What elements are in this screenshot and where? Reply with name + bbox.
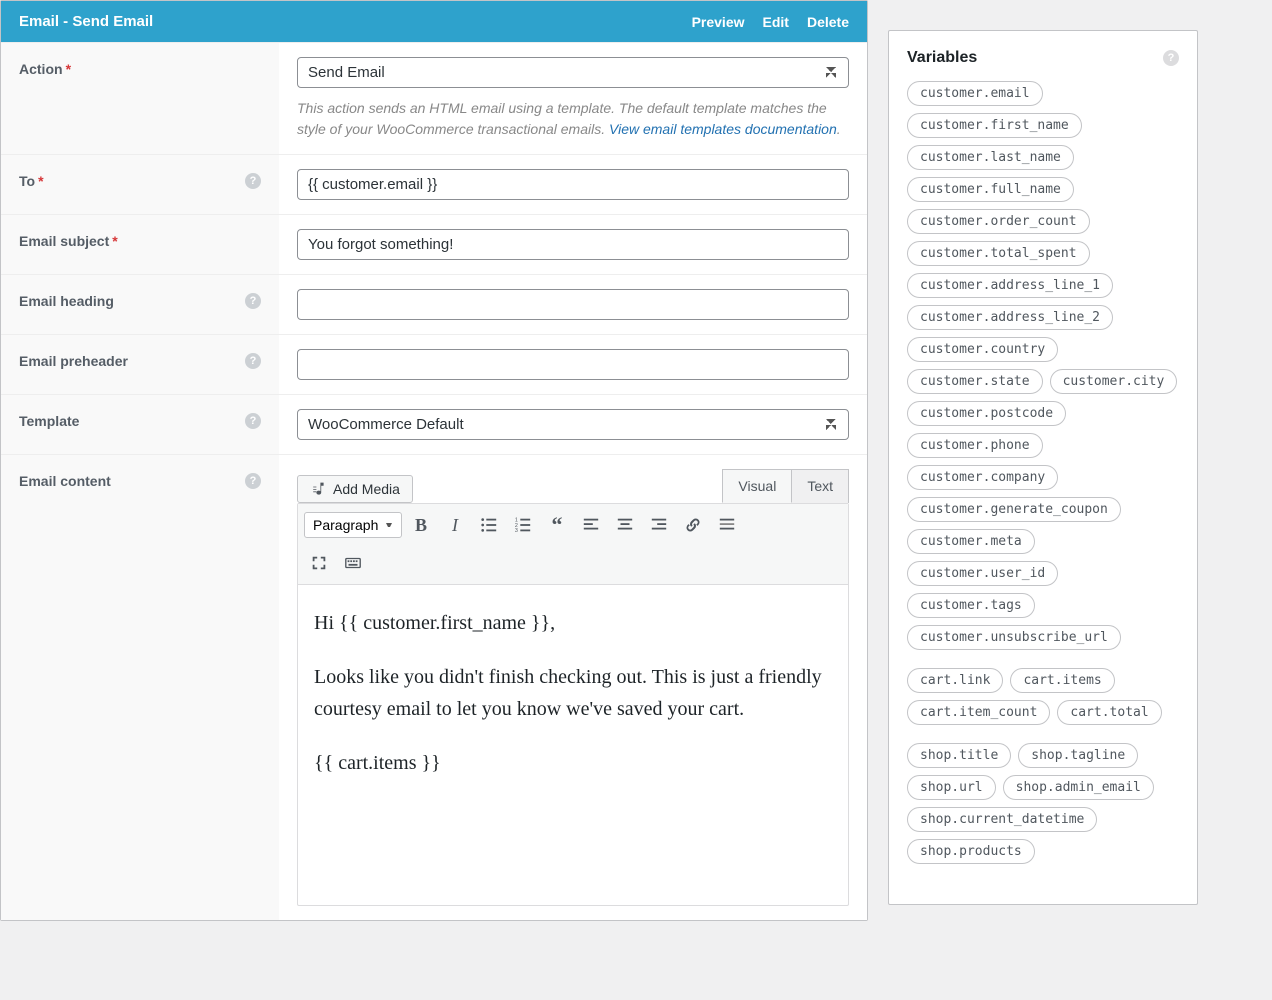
variables-title: Variables [907, 49, 977, 67]
blockquote-button[interactable]: “ [542, 510, 572, 540]
editor-paragraph: Looks like you didn't finish checking ou… [314, 661, 832, 725]
variable-chip[interactable]: customer.postcode [907, 401, 1066, 426]
variable-chip[interactable]: customer.address_line_2 [907, 305, 1113, 330]
align-left-button[interactable] [576, 510, 606, 540]
label-template: Template [19, 413, 79, 429]
bullet-list-button[interactable] [474, 510, 504, 540]
action-description: This action sends an HTML email using a … [297, 98, 849, 140]
variable-chip[interactable]: cart.link [907, 668, 1003, 693]
media-icon [310, 481, 326, 497]
variable-chip[interactable]: shop.products [907, 839, 1035, 864]
action-select[interactable]: Send Email [297, 57, 849, 88]
email-action-panel: Email - Send Email Preview Edit Delete A… [0, 0, 868, 921]
heading-field[interactable] [297, 289, 849, 320]
tab-text[interactable]: Text [791, 469, 849, 503]
label-to: To [19, 173, 35, 189]
help-icon[interactable]: ? [245, 413, 261, 429]
editor-paragraph: Hi {{ customer.first_name }}, [314, 607, 832, 639]
variable-group-customer: customer.email customer.first_namecustome… [907, 81, 1179, 650]
required-marker: * [112, 233, 117, 249]
bold-button[interactable]: B [406, 510, 436, 540]
variable-chip[interactable]: cart.item_count [907, 700, 1050, 725]
help-icon[interactable]: ? [245, 173, 261, 189]
variable-chip[interactable]: customer.city [1050, 369, 1178, 394]
variable-chip[interactable]: customer.unsubscribe_url [907, 625, 1121, 650]
editor-content[interactable]: Hi {{ customer.first_name }}, Looks like… [298, 585, 848, 905]
variable-group-cart: cart.link cart.items cart.item_count cart.t… [907, 668, 1179, 725]
variable-chip[interactable]: shop.admin_email [1003, 775, 1154, 800]
label-heading: Email heading [19, 293, 114, 309]
preheader-field[interactable] [297, 349, 849, 380]
format-select[interactable]: Paragraph [304, 512, 402, 538]
subject-field[interactable] [297, 229, 849, 260]
variable-chip[interactable]: customer.tags [907, 593, 1035, 618]
label-preheader: Email preheader [19, 353, 128, 369]
edit-link[interactable]: Edit [763, 14, 789, 30]
svg-text:3: 3 [515, 528, 518, 534]
variable-chip[interactable]: customer.first_name [907, 113, 1082, 138]
variable-chip[interactable]: cart.items [1010, 668, 1114, 693]
variable-chip[interactable]: customer.user_id [907, 561, 1058, 586]
to-field[interactable] [297, 169, 849, 200]
template-select[interactable]: WooCommerce Default [297, 409, 849, 440]
preview-link[interactable]: Preview [692, 14, 745, 30]
keyboard-button[interactable] [338, 548, 368, 578]
link-button[interactable] [678, 510, 708, 540]
editor-toolbar: Paragraph B I 123 “ [298, 503, 848, 585]
delete-link[interactable]: Delete [807, 14, 849, 30]
variable-chip[interactable]: customer.meta [907, 529, 1035, 554]
variable-chip[interactable]: shop.url [907, 775, 996, 800]
add-media-button[interactable]: Add Media [297, 475, 413, 503]
variable-chip[interactable]: customer.total_spent [907, 241, 1090, 266]
label-subject: Email subject [19, 233, 109, 249]
variable-chip[interactable]: customer.order_count [907, 209, 1090, 234]
variable-chip[interactable]: shop.tagline [1018, 743, 1138, 768]
label-action: Action [19, 61, 63, 77]
variable-chip[interactable]: shop.title [907, 743, 1011, 768]
help-icon[interactable]: ? [245, 473, 261, 489]
help-icon[interactable]: ? [245, 353, 261, 369]
label-content: Email content [19, 473, 111, 489]
variable-chip[interactable]: customer.country [907, 337, 1058, 362]
variable-chip[interactable]: cart.total [1057, 700, 1161, 725]
required-marker: * [66, 61, 71, 77]
required-marker: * [38, 173, 43, 189]
help-icon[interactable]: ? [1163, 50, 1179, 66]
numbered-list-button[interactable]: 123 [508, 510, 538, 540]
variable-chip[interactable]: shop.current_datetime [907, 807, 1097, 832]
doc-link[interactable]: View email templates documentation [609, 121, 837, 137]
panel-header: Email - Send Email Preview Edit Delete [1, 1, 867, 42]
variable-chip[interactable]: customer.full_name [907, 177, 1074, 202]
variable-chip[interactable]: customer.last_name [907, 145, 1074, 170]
align-right-button[interactable] [644, 510, 674, 540]
variables-panel: Variables ? customer.email customer.first… [888, 30, 1198, 905]
variable-chip[interactable]: customer.phone [907, 433, 1043, 458]
variable-chip[interactable]: customer.email [907, 81, 1043, 106]
variable-chip[interactable]: customer.generate_coupon [907, 497, 1121, 522]
variable-group-shop: shop.title shop.tagline shop.url shop.admin… [907, 743, 1179, 864]
italic-button[interactable]: I [440, 510, 470, 540]
panel-title: Email - Send Email [19, 13, 153, 30]
fullscreen-button[interactable] [304, 548, 334, 578]
variable-chip[interactable]: customer.company [907, 465, 1058, 490]
variable-chip[interactable]: customer.state [907, 369, 1043, 394]
variable-chip[interactable]: customer.address_line_1 [907, 273, 1113, 298]
help-icon[interactable]: ? [245, 293, 261, 309]
editor-paragraph: {{ cart.items }} [314, 747, 832, 779]
align-center-button[interactable] [610, 510, 640, 540]
tab-visual[interactable]: Visual [722, 469, 792, 503]
readmore-button[interactable] [712, 510, 742, 540]
